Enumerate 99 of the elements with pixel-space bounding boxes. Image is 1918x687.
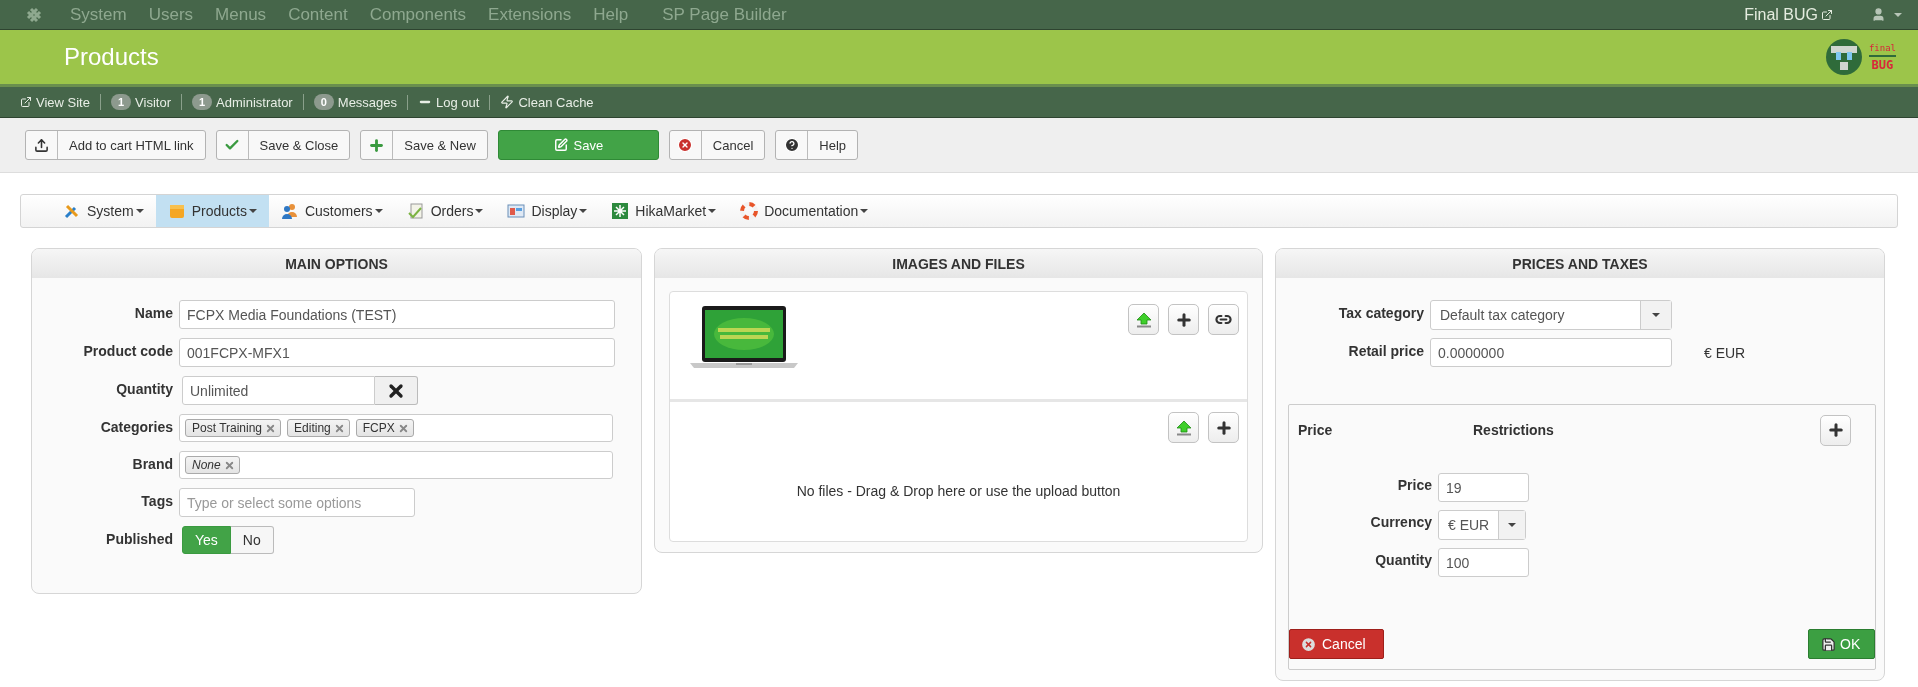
upload-icon — [1174, 419, 1193, 436]
count-badge: 1 — [192, 94, 213, 110]
upload-icon — [1134, 311, 1153, 328]
plus-icon — [1826, 421, 1845, 439]
window-icon — [507, 202, 526, 220]
tag-field[interactable]: None — [179, 451, 613, 479]
caret-icon — [1508, 523, 1517, 527]
field-label: Product code — [82, 342, 173, 359]
status-link[interactable]: View Site — [20, 94, 100, 110]
retail-price-field[interactable]: 0.0000000 — [1430, 338, 1672, 367]
page-title: Products — [64, 43, 160, 71]
tags-field[interactable]: Type or select some options — [179, 488, 415, 517]
tag-field[interactable]: Post Training Editing FCPX — [179, 414, 613, 442]
bull-logo-icon — [1824, 38, 1863, 76]
panel-title: PRICES AND TAXES — [1512, 255, 1648, 272]
cancel-icon — [1300, 635, 1317, 653]
nav-tab[interactable]: Products — [155, 195, 269, 227]
nav-tab[interactable]: Display — [495, 195, 600, 227]
nav-tab[interactable]: Orders — [394, 195, 496, 227]
upload-button[interactable] — [1168, 412, 1199, 443]
plus-icon — [368, 136, 386, 154]
upload-button[interactable] — [1128, 304, 1159, 335]
tax-category-select[interactable]: Default tax category — [1430, 300, 1672, 330]
toolbar-button[interactable]: Save & Close — [215, 130, 351, 160]
upload-icon — [34, 137, 49, 153]
field-label: Published — [105, 530, 173, 547]
toolbar-button[interactable]: Add to cart HTML link — [25, 130, 206, 160]
status-link[interactable]: 1 Visitor — [99, 94, 181, 110]
caret-icon — [1652, 313, 1660, 317]
currency-label: € EUR — [1704, 344, 1746, 361]
toolbar-button[interactable]: Help — [775, 130, 859, 160]
remove-icon[interactable] — [223, 459, 235, 471]
external-link-icon — [1821, 8, 1833, 21]
text-field[interactable]: 100 — [1438, 548, 1529, 577]
status-link[interactable]: Log out — [407, 94, 490, 110]
field-label: Retail price — [1347, 342, 1424, 359]
status-link[interactable]: Clean Cache — [489, 94, 604, 110]
panel-title: IMAGES AND FILES — [892, 255, 1025, 272]
status-link[interactable]: 0 Messages — [302, 94, 408, 110]
currency-select[interactable]: € EUR — [1438, 510, 1526, 540]
tag-chip: Editing — [287, 419, 350, 437]
column-header: Price — [1298, 422, 1334, 438]
logo-text: BUG — [1871, 58, 1894, 71]
remove-icon[interactable] — [397, 422, 409, 434]
field-label: Currency — [1369, 513, 1432, 530]
box-icon — [167, 202, 186, 220]
external-link-icon — [20, 96, 32, 108]
field-label: Quantity — [1374, 551, 1432, 568]
caret-icon — [1894, 12, 1902, 17]
text-field[interactable]: FCPX Media Foundations (TEST) — [179, 300, 615, 329]
count-badge: 0 — [313, 94, 334, 110]
link-button[interactable] — [1208, 304, 1239, 335]
quantity-field[interactable]: Unlimited — [182, 376, 375, 405]
add-button[interactable] — [1820, 414, 1851, 446]
text-field[interactable]: 19 — [1438, 473, 1529, 502]
remove-icon[interactable] — [333, 422, 345, 434]
nav-tab[interactable]: Customers — [268, 195, 395, 227]
document-icon — [406, 202, 425, 220]
nav-tab[interactable]: System — [51, 195, 156, 227]
column-header: Restrictions — [1473, 422, 1555, 438]
people-icon — [280, 202, 299, 220]
field-label: Tags — [140, 492, 173, 509]
toolbar-button[interactable]: Cancel — [668, 130, 766, 160]
field-label: Price — [1396, 476, 1432, 493]
plus-icon — [1214, 418, 1233, 437]
tag-chip: FCPX — [355, 419, 414, 437]
tag-chip: Post Training — [185, 419, 282, 437]
add-button[interactable] — [1208, 412, 1239, 443]
logo-text: final — [1868, 43, 1896, 57]
help-icon — [783, 137, 800, 153]
count-badge: 1 — [110, 94, 132, 110]
field-label: Brand — [131, 455, 173, 472]
nav-tab[interactable]: HikaMarket — [599, 195, 729, 227]
panel-title: MAIN OPTIONS — [285, 255, 388, 272]
empty-files-text: No files - Drag & Drop here or use the upload button — [796, 483, 1121, 499]
text-field[interactable]: 001FCPX-MFX1 — [179, 338, 615, 367]
field-label: Tax category — [1337, 304, 1424, 321]
tools-icon — [63, 202, 81, 220]
user-icon[interactable] — [1871, 7, 1886, 22]
lifebuoy-icon — [740, 202, 759, 220]
plus-icon — [1174, 310, 1193, 329]
toolbar-button[interactable]: Save & New — [360, 130, 488, 160]
market-icon — [611, 202, 630, 220]
tag-chip: None — [185, 456, 240, 474]
field-label: Name — [133, 304, 173, 321]
site-link[interactable]: Final BUG — [1744, 5, 1833, 24]
field-label: Categories — [99, 418, 173, 435]
field-label: Quantity — [115, 380, 173, 397]
toggle-option[interactable]: No — [230, 526, 274, 554]
save-icon — [1821, 636, 1836, 652]
lightning-icon — [500, 95, 515, 109]
cancel-button[interactable]: Cancel — [1289, 629, 1384, 659]
clear-button[interactable] — [375, 376, 418, 405]
add-button[interactable] — [1168, 304, 1199, 335]
remove-icon[interactable] — [265, 422, 277, 434]
nav-tab[interactable]: Documentation — [728, 195, 881, 227]
status-link[interactable]: 1 Administrator — [181, 94, 303, 110]
cancel-icon — [677, 137, 694, 153]
edit-icon — [553, 138, 568, 152]
